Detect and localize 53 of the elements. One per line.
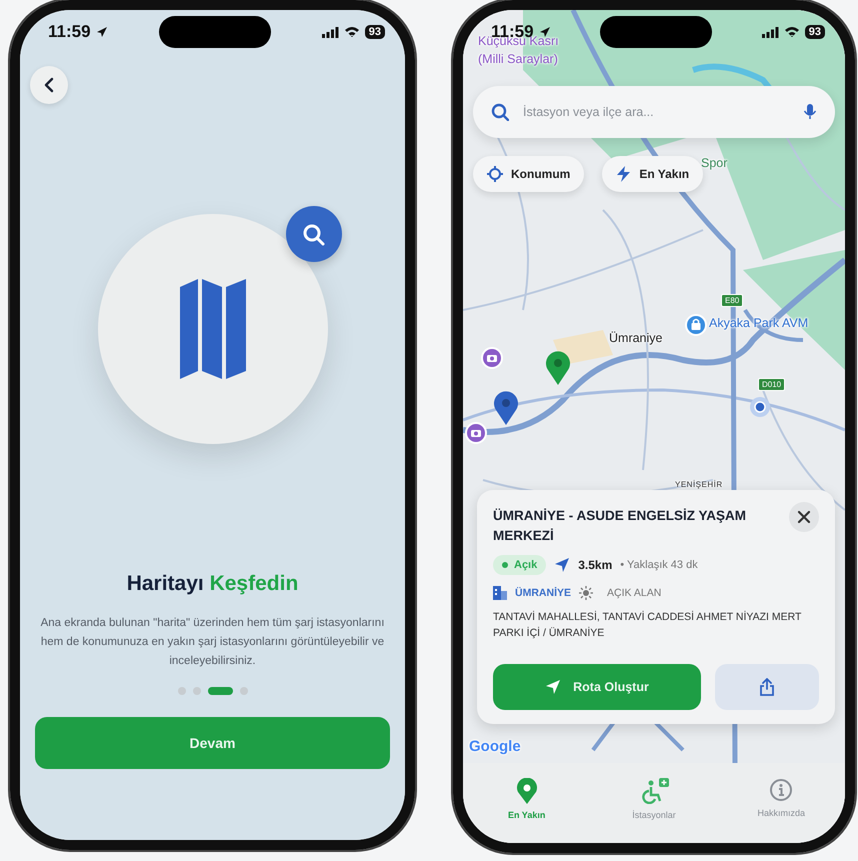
travel-time-text: • Yaklaşık 43 dk [620,559,698,572]
close-button[interactable] [789,502,819,532]
chevron-left-icon [43,77,55,93]
map-label: Ümraniye [609,331,662,345]
map-pin-icon[interactable] [493,390,519,426]
station-name: ÜMRANİYE - ASUDE ENGELSİZ YAŞAM MERKEZİ [493,507,748,545]
map-attribution: Google [469,738,521,755]
road-sign: D010 [758,378,786,391]
info-icon [769,778,794,802]
tab-item[interactable]: İstasyonlar [604,777,704,821]
tab-item[interactable]: En Yakın [476,777,577,821]
active-page-indicator[interactable] [208,686,232,695]
route-button[interactable]: Rota Oluştur [493,664,701,710]
status-badge: Açık [493,555,546,576]
share-icon [759,678,775,696]
sun-icon [579,586,594,600]
search-field[interactable]: İstasyon veya ilçe ara... [521,104,791,120]
battery-level: 93 [364,25,385,39]
close-icon [797,510,811,524]
search-icon [302,222,325,246]
back-button[interactable] [30,66,68,104]
navigation-arrow-icon [545,678,562,695]
navigation-arrow-icon [554,557,570,574]
battery-level: 93 [804,25,825,39]
district-text: ÜMRANİYE [515,587,572,600]
crosshair-icon [487,166,503,182]
onboarding-title: Haritayı Keşfedin [126,572,298,596]
location-arrow-icon [538,26,551,38]
filter-chip[interactable]: Konumum [473,156,584,192]
distance-text: 3.5km [578,558,612,572]
wifi-icon [784,26,800,38]
search-icon [491,103,509,121]
map-label: (Milli Saraylar) [478,52,558,66]
signal-icon [322,26,339,38]
onboarding-description: Ana ekranda bulunan "harita" üzerinden hem tüm şarj istasyonlarını hem de konumunuza en yakın şarj istasyonlarını görüntüleyebilir ve inceleyebilirsiniz. [40,616,386,669]
tab-item[interactable]: Hakkımızda [731,777,832,819]
area-type-text: AÇIK ALAN [607,587,662,600]
share-button[interactable] [715,664,819,710]
microphone-icon[interactable] [803,104,817,120]
continue-button[interactable]: Devam [35,716,390,769]
wifi-icon [344,26,360,38]
map-label: Spor [701,156,728,170]
map-pin-icon[interactable] [545,350,571,386]
clock-time: 11:59 [48,22,91,42]
current-location-dot [749,396,771,418]
building-icon [493,585,507,602]
road-sign: E80 [721,294,744,307]
address-text: TANTAVİ MAHALLESİ, TANTAVİ CADDESİ AHMET NİYAZI MERT PARKI İÇİ / ÜMRANİYE [493,610,802,642]
signal-icon [762,26,779,38]
map-pin-icon [516,778,538,804]
map-label: YENİŞEHİR [675,480,723,489]
location-arrow-icon [96,26,108,38]
lightning-icon [616,166,632,182]
